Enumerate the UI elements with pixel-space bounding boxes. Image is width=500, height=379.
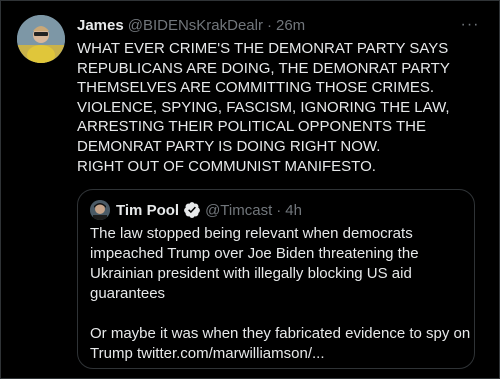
tweet-text-line: REPUBLICANS ARE DOING, THE DEMONRAT PART… bbox=[77, 59, 450, 77]
quoted-text-line: Trump twitter.com/marwilliamson/... bbox=[90, 345, 325, 362]
quoted-text-line: impeached Trump over Joe Biden threateni… bbox=[90, 245, 419, 262]
tweet-text: WHAT EVER CRIME'S THE DEMONRAT PARTY SAY… bbox=[77, 39, 487, 176]
quoted-tweet[interactable]: Tim Pool @Timcast · 4h The law stopped b… bbox=[77, 189, 475, 369]
quoted-text-line: Or maybe it was when they fabricated evi… bbox=[90, 325, 471, 342]
quoted-text-line: Ukrainian president with illegally block… bbox=[90, 265, 412, 282]
tweet-text-line: WHAT EVER CRIME'S THE DEMONRAT PARTY SAY… bbox=[77, 40, 449, 57]
tweet-header: James @BIDENsKrakDealr · 26m bbox=[77, 15, 305, 35]
tweet-text-line: DEMONRAT PARTY IS DOING RIGHT NOW. bbox=[77, 137, 381, 155]
quoted-header-separator: · bbox=[276, 201, 282, 219]
tweet-text-line: ARRESTING THEIR POLITICAL OPPONENTS THE bbox=[77, 118, 426, 136]
verified-badge-icon bbox=[184, 202, 200, 218]
tweet-text-line: VIOLENCE, SPYING, FASCISM, IGNORING THE … bbox=[77, 98, 450, 116]
quoted-author-handle[interactable]: @Timcast bbox=[205, 202, 272, 219]
quoted-text-line: guarantees bbox=[90, 285, 166, 302]
quoted-author-name[interactable]: Tim Pool bbox=[116, 202, 179, 219]
quoted-author-avatar[interactable] bbox=[90, 200, 110, 220]
tweet-text-line: RIGHT OUT OF COMMUNIST MANIFESTO. bbox=[77, 157, 376, 175]
quoted-text-line: The law stopped being relevant when demo… bbox=[90, 225, 413, 242]
more-options-icon[interactable]: ··· bbox=[459, 15, 481, 35]
quoted-tweet-timestamp[interactable]: 4h bbox=[285, 202, 302, 219]
header-separator: · bbox=[266, 16, 272, 34]
author-name[interactable]: James bbox=[77, 17, 124, 34]
author-handle[interactable]: @BIDENsKrakDealr bbox=[128, 17, 263, 34]
tweet-timestamp[interactable]: 26m bbox=[276, 17, 305, 34]
author-avatar[interactable] bbox=[17, 15, 65, 63]
quoted-tweet-text: The law stopped being relevant when demo… bbox=[90, 224, 470, 364]
quoted-tweet-header: Tim Pool @Timcast · 4h bbox=[90, 200, 302, 220]
tweet-card[interactable]: James @BIDENsKrakDealr · 26m ··· WHAT EV… bbox=[0, 0, 500, 379]
tweet-text-line: THEMSELVES ARE COMMITTING THOSE CRIMES. bbox=[77, 79, 434, 97]
